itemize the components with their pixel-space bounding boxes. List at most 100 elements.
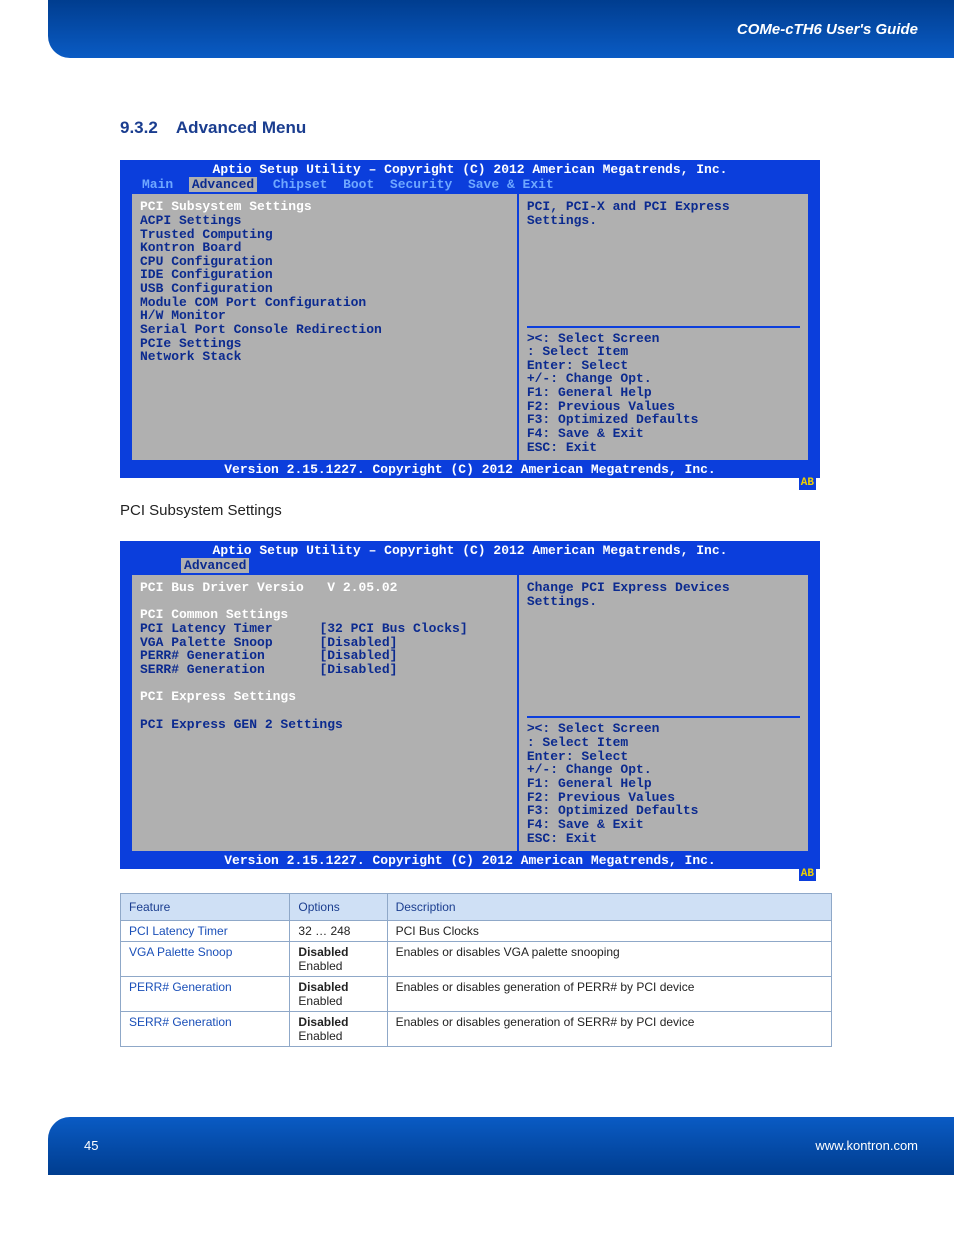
- setting-row: SERR# Generation [Disabled]: [140, 663, 509, 677]
- help-line: ><: Select Screen: [527, 722, 800, 736]
- setting-row: PCI Common Settings: [140, 608, 509, 622]
- help-keys: ><: Select Screen : Select Item Enter: S…: [527, 722, 800, 845]
- help-text: PCI, PCI-X and PCI Express Settings.: [527, 200, 800, 321]
- ab-badge: AB: [799, 478, 816, 490]
- page-footer: 45 www.kontron.com: [48, 1117, 954, 1175]
- bios-footer: Version 2.15.1227. Copyright (C) 2012 Am…: [120, 853, 820, 869]
- help-line: : Select Item: [527, 736, 800, 750]
- setting-row: [140, 595, 509, 609]
- page-number: 45: [84, 1138, 98, 1153]
- menu-item: Trusted Computing: [140, 228, 509, 242]
- cell-feature: PERR# Generation: [121, 976, 290, 1011]
- bios-title: Aptio Setup Utility – Copyright (C) 2012…: [120, 541, 820, 559]
- help-line: F1: General Help: [527, 777, 800, 791]
- table-row: VGA Palette Snoop DisabledEnabled Enable…: [121, 941, 832, 976]
- help-line: F3: Optimized Defaults: [527, 804, 800, 818]
- tab-main: Main: [142, 177, 173, 192]
- setting-row: VGA Palette Snoop [Disabled]: [140, 636, 509, 650]
- bios-body: PCI Subsystem Settings ACPI Settings Tru…: [120, 192, 820, 462]
- table-row: PCI Latency Timer 32 … 248 PCI Bus Clock…: [121, 920, 832, 941]
- cell-options: 32 … 248: [290, 920, 387, 941]
- menu-item: Module COM Port Configuration: [140, 296, 509, 310]
- setting-row: PCI Bus Driver Versio V 2.05.02: [140, 581, 509, 595]
- help-line: Enter: Select: [527, 750, 800, 764]
- cell-desc: PCI Bus Clocks: [387, 920, 831, 941]
- setting-row: PERR# Generation [Disabled]: [140, 649, 509, 663]
- bios-footer-text: Version 2.15.1227. Copyright (C) 2012 Am…: [224, 853, 715, 868]
- divider: [527, 326, 800, 328]
- help-line: : Select Item: [527, 345, 800, 359]
- cell-options: DisabledEnabled: [290, 1011, 387, 1046]
- setting-row: PCI Latency Timer [32 PCI Bus Clocks]: [140, 622, 509, 636]
- tab-advanced: Advanced: [189, 177, 257, 192]
- help-line: F1: General Help: [527, 386, 800, 400]
- menu-item: Serial Port Console Redirection: [140, 323, 509, 337]
- table-row: PERR# Generation DisabledEnabled Enables…: [121, 976, 832, 1011]
- cell-desc: Enables or disables VGA palette snooping: [387, 941, 831, 976]
- cell-feature: VGA Palette Snoop: [121, 941, 290, 976]
- bios-tabs: Main Advanced Chipset Boot Security Save…: [120, 178, 820, 193]
- menu-item: PCIe Settings: [140, 337, 509, 351]
- help-line: ESC: Exit: [527, 441, 800, 455]
- subsection-heading: PCI Subsystem Settings: [120, 502, 894, 519]
- section-heading: 9.3.2 Advanced Menu: [120, 118, 894, 138]
- menu-item: IDE Configuration: [140, 268, 509, 282]
- menu-item: PCI Subsystem Settings: [140, 200, 509, 214]
- help-line: Enter: Select: [527, 359, 800, 373]
- setting-row: [140, 704, 509, 718]
- tab-advanced: Advanced: [181, 558, 249, 573]
- bios-footer: Version 2.15.1227. Copyright (C) 2012 Am…: [120, 462, 820, 478]
- tab-security: Security: [390, 177, 452, 192]
- bios-body: PCI Bus Driver Versio V 2.05.02 PCI Comm…: [120, 573, 820, 853]
- bios-settings-list: PCI Bus Driver Versio V 2.05.02 PCI Comm…: [130, 573, 518, 853]
- cell-desc: Enables or disables generation of PERR# …: [387, 976, 831, 1011]
- setting-row: PCI Express Settings: [140, 690, 509, 704]
- bios-help-pane: Change PCI Express Devices Settings. ><:…: [518, 573, 810, 853]
- tab-boot: Boot: [343, 177, 374, 192]
- ab-badge: AB: [799, 869, 816, 881]
- menu-item: Network Stack: [140, 350, 509, 364]
- bios-screenshot-pci-subsystem: Aptio Setup Utility – Copyright (C) 2012…: [120, 541, 820, 869]
- section-number: 9.3.2: [120, 118, 158, 137]
- help-line: F2: Previous Values: [527, 400, 800, 414]
- options-table: Feature Options Description PCI Latency …: [120, 893, 832, 1047]
- tab-save-exit: Save & Exit: [468, 177, 554, 192]
- menu-item: H/W Monitor: [140, 309, 509, 323]
- tab-chipset: Chipset: [273, 177, 328, 192]
- setting-row: PCI Express GEN 2 Settings: [140, 718, 509, 732]
- bios-screenshot-advanced-menu: Aptio Setup Utility – Copyright (C) 2012…: [120, 160, 820, 478]
- help-line: ><: Select Screen: [527, 332, 800, 346]
- menu-item: Kontron Board: [140, 241, 509, 255]
- page-header: COMe-cTH6 User's Guide: [48, 0, 954, 58]
- cell-feature: SERR# Generation: [121, 1011, 290, 1046]
- cell-feature: PCI Latency Timer: [121, 920, 290, 941]
- help-line: ESC: Exit: [527, 832, 800, 846]
- bios-menu-list: PCI Subsystem Settings ACPI Settings Tru…: [130, 192, 518, 462]
- help-text: Change PCI Express Devices Settings.: [527, 581, 800, 712]
- footer-url: www.kontron.com: [815, 1138, 918, 1153]
- guide-title: COMe-cTH6 User's Guide: [737, 21, 918, 38]
- help-line: F3: Optimized Defaults: [527, 413, 800, 427]
- col-options: Options: [290, 893, 387, 920]
- section-title-text: Advanced Menu: [176, 118, 306, 137]
- cell-options: DisabledEnabled: [290, 941, 387, 976]
- help-line: +/-: Change Opt.: [527, 763, 800, 777]
- help-line: F4: Save & Exit: [527, 427, 800, 441]
- cell-options: DisabledEnabled: [290, 976, 387, 1011]
- menu-item: ACPI Settings: [140, 214, 509, 228]
- menu-item: CPU Configuration: [140, 255, 509, 269]
- bios-help-pane: PCI, PCI-X and PCI Express Settings. ><:…: [518, 192, 810, 462]
- help-line: +/-: Change Opt.: [527, 372, 800, 386]
- col-feature: Feature: [121, 893, 290, 920]
- table-row: SERR# Generation DisabledEnabled Enables…: [121, 1011, 832, 1046]
- cell-desc: Enables or disables generation of SERR# …: [387, 1011, 831, 1046]
- divider: [527, 716, 800, 718]
- setting-row: [140, 677, 509, 691]
- help-line: F2: Previous Values: [527, 791, 800, 805]
- table-header-row: Feature Options Description: [121, 893, 832, 920]
- col-description: Description: [387, 893, 831, 920]
- help-keys: ><: Select Screen : Select Item Enter: S…: [527, 332, 800, 455]
- help-line: F4: Save & Exit: [527, 818, 800, 832]
- bios-tabs: Advanced: [120, 559, 820, 574]
- bios-title: Aptio Setup Utility – Copyright (C) 2012…: [120, 160, 820, 178]
